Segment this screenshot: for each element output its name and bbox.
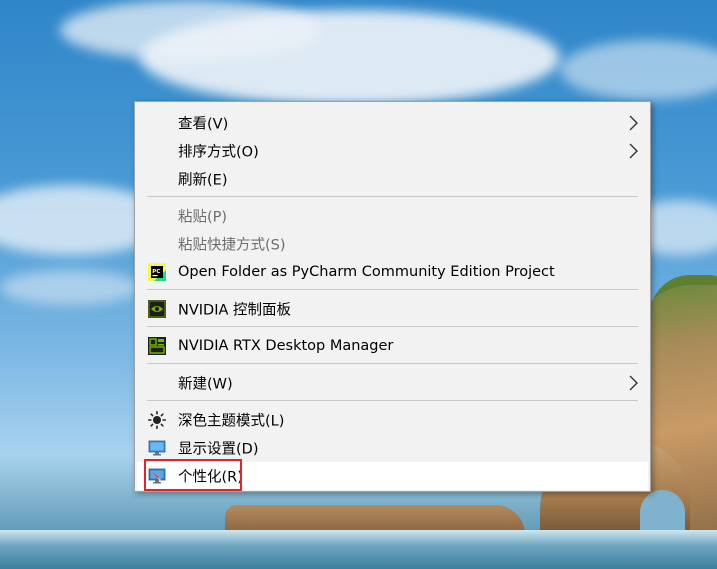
menu-item-label: 查看(V) (178, 116, 229, 133)
menu-item-label: 显示设置(D) (178, 441, 259, 458)
menu-item-sort-by[interactable]: 排序方式(O) (137, 137, 648, 165)
menu-item-label: NVIDIA 控制面板 (178, 302, 292, 319)
menu-item-open-pycharm[interactable]: PC Open Folder as PyCharm Community Edit… (137, 258, 648, 286)
sun-icon (148, 411, 166, 429)
nvidia-control-panel-icon (148, 300, 166, 318)
chevron-right-icon (629, 115, 638, 131)
menu-separator (147, 196, 638, 197)
menu-item-display-settings[interactable]: 显示设置(D) (137, 434, 648, 462)
chevron-right-icon (629, 143, 638, 159)
menu-item-label: 深色主题模式(L) (178, 413, 285, 430)
menu-item-view[interactable]: 查看(V) (137, 109, 648, 137)
menu-item-nvidia-control-panel[interactable]: NVIDIA 控制面板 (137, 295, 648, 323)
menu-item-label: 新建(W) (178, 376, 233, 393)
menu-separator (147, 400, 638, 401)
sea (0, 530, 717, 569)
menu-separator (147, 289, 638, 290)
display-icon (148, 440, 166, 456)
menu-item-label: 刷新(E) (178, 172, 228, 189)
pycharm-icon: PC (148, 263, 166, 281)
cloud (0, 270, 140, 305)
cloud (560, 40, 717, 100)
menu-item-label: Open Folder as PyCharm Community Edition… (178, 264, 555, 280)
menu-item-label: 排序方式(O) (178, 144, 259, 161)
menu-item-paste-shortcut[interactable]: 粘贴快捷方式(S) (137, 230, 648, 258)
menu-item-label: NVIDIA RTX Desktop Manager (178, 338, 394, 354)
menu-item-new[interactable]: 新建(W) (137, 369, 648, 397)
cloud (60, 0, 320, 60)
menu-item-paste[interactable]: 粘贴(P) (137, 202, 648, 230)
menu-item-label: 粘贴快捷方式(S) (178, 237, 286, 254)
menu-item-nvidia-rtx-desktop-manager[interactable]: NVIDIA RTX Desktop Manager (137, 332, 648, 360)
menu-item-label: 粘贴(P) (178, 209, 228, 226)
menu-separator (147, 326, 638, 327)
nvidia-rtx-desktop-manager-icon (148, 337, 166, 355)
menu-item-dark-theme-mode[interactable]: 深色主题模式(L) (137, 406, 648, 434)
svg-text:PC: PC (152, 269, 160, 275)
desktop-context-menu: 查看(V) 排序方式(O) 刷新(E) 粘贴(P) 粘贴快捷方式(S) PC O… (134, 101, 651, 492)
menu-item-refresh[interactable]: 刷新(E) (137, 165, 648, 193)
menu-separator (147, 363, 638, 364)
chevron-right-icon (629, 375, 638, 391)
highlight-annotation-box (144, 459, 242, 491)
